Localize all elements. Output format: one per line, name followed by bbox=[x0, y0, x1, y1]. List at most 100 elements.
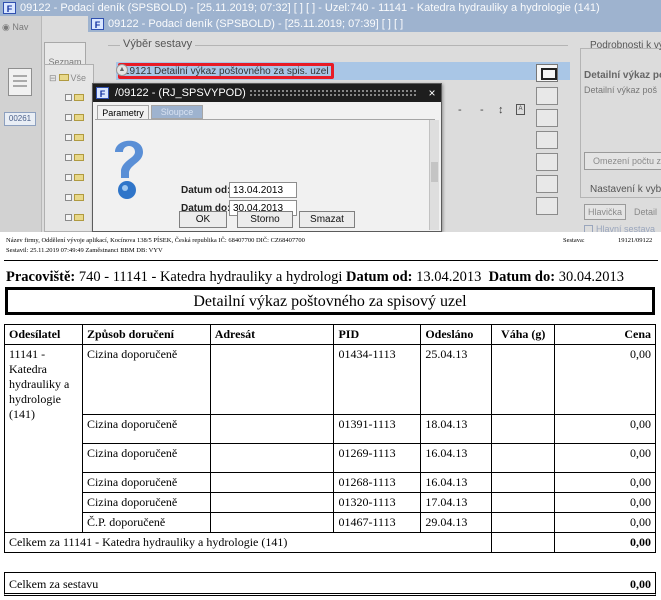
table-row: Č.P. doporučeně 01467-1113 29.04.13 0,00 bbox=[5, 512, 656, 533]
pdf-icon[interactable]: A bbox=[516, 104, 525, 115]
dialog-titlebar[interactable]: F /09122 - (RJ_SPSVYPOD) × bbox=[93, 84, 441, 102]
table-row: Cizina doporučeně 01391-1113 18.04.13 0,… bbox=[5, 414, 656, 444]
expand-icon[interactable] bbox=[65, 173, 72, 181]
folder-icon bbox=[74, 153, 84, 161]
titlebar-grip bbox=[249, 89, 417, 97]
parameters-dialog: F /09122 - (RJ_SPSVYPOD) × Parametry Slo… bbox=[92, 83, 442, 232]
table-cell: 01434-1113 bbox=[333, 344, 422, 415]
divider bbox=[4, 260, 658, 261]
folder-icon bbox=[74, 133, 84, 141]
limit-count-button[interactable]: Omezení počtu za bbox=[584, 152, 661, 170]
tree-node[interactable] bbox=[65, 211, 89, 221]
side-button[interactable] bbox=[536, 131, 558, 149]
detail-title: Detailní výkaz poš bbox=[584, 70, 661, 81]
tab-sloupce[interactable]: Sloupce bbox=[151, 105, 203, 119]
selection-highlight bbox=[118, 63, 334, 79]
tree-node[interactable] bbox=[65, 151, 89, 161]
expand-icon[interactable] bbox=[65, 93, 72, 101]
expand-icon[interactable] bbox=[65, 213, 72, 221]
table-row: 11141 - Katedra hydrauliky a hydrologie … bbox=[4, 344, 656, 533]
table-cell: 0,00 bbox=[554, 443, 656, 473]
report-title-box: Detailní výkaz poštovného za spisový uze… bbox=[5, 287, 655, 315]
folder-icon bbox=[74, 213, 84, 221]
table-cell bbox=[491, 512, 556, 533]
report-title: Detailní výkaz poštovného za spisový uze… bbox=[193, 293, 467, 310]
date-from-input[interactable] bbox=[229, 182, 297, 198]
tool-dash[interactable]: - bbox=[480, 104, 484, 116]
column-header: Způsob doručení bbox=[81, 324, 211, 345]
app-logo-icon: F bbox=[91, 18, 104, 30]
tree-node[interactable] bbox=[65, 111, 89, 121]
side-button[interactable] bbox=[536, 197, 558, 215]
tree-view[interactable]: ⊟ Vše bbox=[44, 64, 94, 232]
document-icon[interactable] bbox=[8, 68, 32, 96]
table-cell: 01391-1113 bbox=[333, 414, 422, 444]
window-titlebar[interactable]: F 09122 - Podací deník (SPSBOLD) - [25.11… bbox=[88, 16, 661, 32]
subtotal-row: Celkem za 11141 - Katedra hydrauliky a h… bbox=[3, 532, 656, 553]
smazat-button[interactable]: Smazat bbox=[299, 211, 355, 228]
main-report-checkbox[interactable]: Hlavní sestava bbox=[584, 224, 655, 232]
workplace-label: Pracoviště: bbox=[6, 269, 76, 285]
tree-node[interactable] bbox=[65, 131, 89, 141]
table-cell bbox=[209, 443, 335, 473]
tree-root[interactable]: ⊟ Vše bbox=[49, 73, 86, 84]
app-logo-icon: F bbox=[96, 87, 109, 99]
detail-subtitle: Detailní výkaz poš bbox=[584, 85, 658, 95]
tree-root-label: Vše bbox=[70, 73, 87, 83]
nav-button[interactable]: ◉ Nav bbox=[2, 22, 28, 33]
table-cell: 0,00 bbox=[554, 472, 656, 493]
storno-button[interactable]: Storno bbox=[237, 211, 293, 228]
table-cell: Cizina doporučeně bbox=[81, 344, 211, 415]
report-header-company: Název firmy, Oddělení vývoje aplikací, K… bbox=[6, 237, 305, 244]
date-from-label: Datum od: bbox=[181, 185, 231, 196]
background-window-title: 09122 - Podací deník (SPSBOLD) - [25.11.… bbox=[20, 2, 600, 14]
table-header-row: Odesílatel Způsob doručení Adresát PID O… bbox=[4, 324, 656, 345]
side-button[interactable] bbox=[536, 175, 558, 193]
table-cell: 01269-1113 bbox=[333, 443, 422, 473]
column-header: Váha (g) bbox=[491, 324, 556, 345]
table-cell: 16.04.13 bbox=[420, 443, 493, 473]
table-cell: Cizina doporučeně bbox=[81, 443, 211, 473]
dialog-scrollbar[interactable] bbox=[429, 120, 439, 230]
app-logo-icon: F bbox=[3, 2, 16, 14]
table-cell: 17.04.13 bbox=[420, 492, 493, 513]
side-button[interactable] bbox=[536, 109, 558, 127]
close-icon[interactable]: × bbox=[427, 84, 437, 102]
application-window: F 09122 - Podací deník (SPSBOLD) - [25.11… bbox=[0, 0, 661, 232]
report-header-sestava-label: Sestava: bbox=[563, 237, 585, 244]
tree-node[interactable] bbox=[65, 171, 89, 181]
date-to-value: 30.04.2013 bbox=[558, 269, 624, 285]
table-cell: 0,00 bbox=[554, 344, 656, 415]
sort-icon[interactable]: ↕ bbox=[498, 104, 504, 116]
report-header-sestava-value: 19121/09122 bbox=[618, 237, 653, 244]
table-cell: 01467-1113 bbox=[333, 512, 422, 533]
tree-node[interactable] bbox=[65, 191, 89, 201]
scroll-up-icon[interactable]: ▲ bbox=[116, 64, 128, 76]
settings-legend: Nastavení k vybr bbox=[590, 184, 661, 195]
monitor-icon[interactable] bbox=[536, 64, 558, 82]
left-toolbar: ◉ Nav 00261 bbox=[0, 16, 42, 232]
subtotal-value: 0,00 bbox=[554, 532, 656, 553]
background-window-titlebar[interactable]: F 09122 - Podací deník (SPSBOLD) - [25.11… bbox=[0, 0, 661, 16]
tree-node[interactable] bbox=[65, 91, 89, 101]
side-button[interactable] bbox=[536, 153, 558, 171]
table-cell: 01320-1113 bbox=[333, 492, 422, 513]
expand-icon[interactable] bbox=[65, 113, 72, 121]
table-cell: Cizina doporučeně bbox=[81, 472, 211, 493]
record-number-box[interactable]: 00261 bbox=[4, 112, 36, 126]
ok-button[interactable]: OK bbox=[179, 211, 227, 228]
date-from-value: 13.04.2013 bbox=[416, 269, 482, 285]
header-button[interactable]: Hlavička bbox=[584, 204, 626, 220]
expand-icon[interactable] bbox=[65, 193, 72, 201]
table-cell bbox=[209, 414, 335, 444]
expand-icon[interactable] bbox=[65, 133, 72, 141]
tab-parametry[interactable]: Parametry bbox=[97, 105, 149, 120]
report-preview: Název firmy, Oddělení vývoje aplikací, K… bbox=[0, 232, 661, 600]
table-cell bbox=[491, 532, 556, 553]
tool-dash[interactable]: - bbox=[458, 104, 462, 116]
table-cell: 01268-1113 bbox=[333, 472, 422, 493]
table-cell: Cizina doporučeně bbox=[81, 414, 211, 444]
expand-icon[interactable] bbox=[65, 153, 72, 161]
detail-label: Detail bbox=[634, 207, 658, 217]
side-button[interactable] bbox=[536, 87, 558, 105]
